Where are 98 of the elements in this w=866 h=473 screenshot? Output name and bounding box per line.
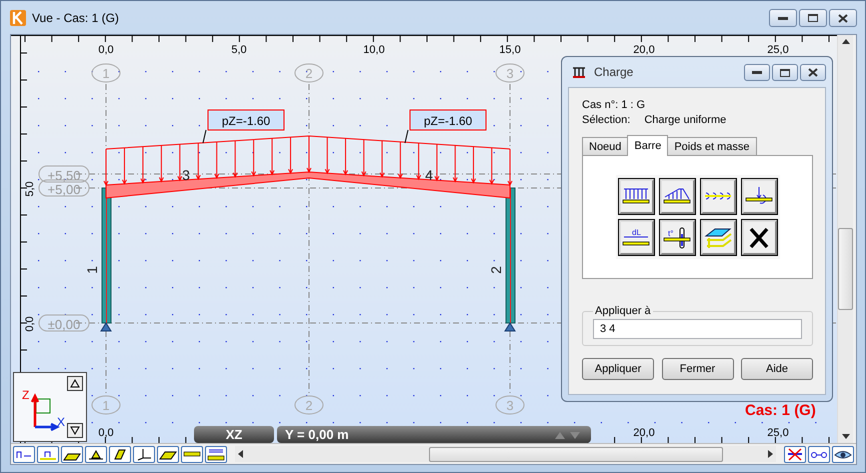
close-icon bbox=[808, 68, 818, 77]
maximize-icon bbox=[808, 14, 818, 22]
load-type-button[interactable] bbox=[742, 179, 776, 214]
axis-label: Z bbox=[22, 388, 30, 402]
horizontal-scrollbar[interactable] bbox=[235, 446, 776, 462]
ruler-label: 0,0 bbox=[98, 427, 114, 439]
ruler-label: 25,0 bbox=[767, 427, 789, 439]
dialog-button[interactable]: Aide bbox=[741, 358, 813, 380]
numbered-bar-icon bbox=[207, 448, 225, 460]
ruler-label: 25,0 bbox=[767, 44, 789, 56]
dialog-button[interactable]: Fermer bbox=[662, 358, 734, 380]
load-label: pZ=-1.60 bbox=[404, 110, 486, 144]
case-label: Cas: 1 (G) bbox=[745, 402, 816, 419]
delete-load-button[interactable] bbox=[742, 220, 776, 255]
toolbar-button[interactable] bbox=[13, 446, 35, 462]
ruler-label: 0,0 bbox=[98, 44, 114, 56]
scrollbar-thumb[interactable] bbox=[838, 228, 853, 310]
dialog-button[interactable]: Appliquer bbox=[582, 358, 654, 380]
toolbar-button[interactable] bbox=[157, 446, 179, 462]
grid-axis-marker: 3 bbox=[496, 396, 524, 414]
grid-axis-marker: 1 bbox=[92, 64, 120, 82]
icon-label: t° bbox=[668, 228, 674, 238]
axis-label: X bbox=[57, 415, 66, 429]
scroll-right-icon[interactable] bbox=[768, 450, 773, 458]
load-type-button[interactable]: dL bbox=[618, 220, 654, 255]
load-type-button[interactable] bbox=[618, 179, 654, 214]
toolbar-button[interactable] bbox=[37, 446, 59, 462]
moment-load-icon bbox=[704, 192, 732, 202]
ruler-label: 5,0 bbox=[231, 44, 247, 56]
ruler-label: 20,0 bbox=[633, 427, 655, 439]
toolbar-button[interactable] bbox=[61, 446, 83, 462]
spin-arrows-icon[interactable] bbox=[553, 430, 583, 440]
member-number: 3 bbox=[182, 167, 190, 183]
tab[interactable]: Barre bbox=[627, 135, 668, 156]
minimize-button[interactable] bbox=[769, 9, 797, 27]
toolbar-button[interactable] bbox=[808, 446, 830, 462]
plane-button[interactable]: XZ bbox=[194, 426, 274, 443]
ruler-label: 5,0 bbox=[24, 181, 36, 197]
close-button[interactable] bbox=[800, 64, 826, 81]
load-type-button[interactable] bbox=[700, 179, 736, 214]
toolbar-button[interactable] bbox=[181, 446, 203, 462]
scrollbar-thumb[interactable] bbox=[428, 446, 722, 462]
hide-icon bbox=[786, 448, 804, 460]
view-down-button[interactable] bbox=[67, 423, 83, 438]
minimize-button[interactable] bbox=[744, 64, 770, 81]
toolbar-button[interactable] bbox=[133, 446, 155, 462]
drawing-canvas[interactable] bbox=[11, 35, 837, 443]
vertical-scrollbar[interactable] bbox=[837, 35, 853, 443]
load-type-button[interactable] bbox=[700, 220, 736, 255]
member-number: 4 bbox=[425, 167, 433, 183]
ruler-label: 15,0 bbox=[499, 44, 521, 56]
grid-axis-marker: 1 bbox=[92, 396, 120, 414]
apply-to-field[interactable]: 3 4 bbox=[593, 319, 802, 339]
group-label: Appliquer à bbox=[594, 305, 652, 317]
scroll-down-icon[interactable] bbox=[842, 434, 850, 439]
app-logo-icon bbox=[10, 10, 26, 26]
ruler-label: 10,0 bbox=[363, 44, 385, 56]
toolbar-button[interactable] bbox=[205, 446, 227, 462]
surface-load-icon bbox=[703, 226, 733, 250]
support-icon bbox=[87, 448, 105, 460]
ruler-label: 0,0 bbox=[24, 316, 36, 332]
scroll-up-icon[interactable] bbox=[842, 39, 850, 44]
grid-axis-marker: 2 bbox=[294, 396, 324, 414]
minimize-icon bbox=[752, 71, 762, 74]
scroll-left-icon[interactable] bbox=[238, 450, 243, 458]
close-icon bbox=[838, 14, 848, 22]
tab[interactable]: Noeud bbox=[582, 137, 628, 155]
window-title: Vue - Cas: 1 (G) bbox=[32, 10, 119, 24]
load-label: pZ=-1.60 bbox=[202, 110, 284, 144]
maximize-icon bbox=[780, 68, 790, 76]
member-number: 2 bbox=[488, 266, 504, 274]
bar-icon bbox=[183, 451, 201, 457]
load-type-button[interactable]: t° bbox=[660, 220, 694, 255]
level-marker: ±0,00 bbox=[38, 314, 90, 332]
case-info: Cas n°: 1 : G bbox=[582, 98, 646, 113]
toolbar-button[interactable] bbox=[784, 446, 806, 462]
maximize-button[interactable] bbox=[799, 9, 827, 27]
load-icon bbox=[572, 66, 586, 78]
ruler-label: 20,0 bbox=[633, 44, 655, 56]
tab[interactable]: Poids et masse bbox=[667, 137, 757, 155]
load-type-button[interactable] bbox=[660, 179, 694, 214]
close-button[interactable] bbox=[829, 9, 857, 27]
toolbar-button[interactable] bbox=[109, 446, 131, 462]
plane-position-field[interactable]: Y = 0,00 m bbox=[277, 426, 591, 443]
selection-label: Sélection: bbox=[582, 113, 630, 128]
selection-value: Charge uniforme bbox=[644, 113, 726, 128]
toolbar-button[interactable] bbox=[832, 446, 854, 462]
view-up-button[interactable] bbox=[67, 376, 83, 391]
local-axis-icon bbox=[135, 448, 153, 460]
dialog-title: Charge bbox=[594, 65, 634, 79]
member-number: 1 bbox=[84, 266, 100, 274]
level-marker: +5,00 bbox=[38, 180, 90, 197]
grid-axis-marker: 3 bbox=[496, 64, 524, 82]
icon-label: dL bbox=[632, 228, 641, 236]
minimize-icon bbox=[778, 16, 788, 20]
toolbar-button[interactable] bbox=[85, 446, 107, 462]
maximize-button[interactable] bbox=[772, 64, 798, 81]
grid-axis-marker: 2 bbox=[294, 64, 324, 82]
